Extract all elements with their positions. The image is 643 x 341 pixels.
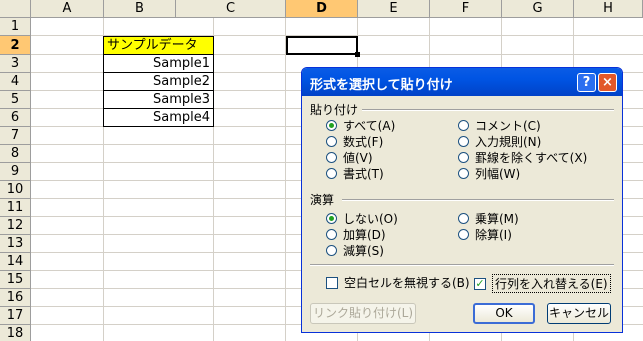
- radio-icon[interactable]: [458, 152, 469, 163]
- column-header-c[interactable]: C: [176, 0, 286, 18]
- row-header-2[interactable]: 2: [0, 36, 31, 55]
- operation-option-subtract[interactable]: 減算(S): [326, 242, 384, 259]
- row-header-16[interactable]: 16: [0, 289, 31, 307]
- paste-option-column-widths[interactable]: 列幅(W): [458, 165, 520, 182]
- paste-option-validation[interactable]: 入力規則(N): [458, 133, 541, 150]
- option-label: 乗算(M): [475, 212, 519, 226]
- section-divider: [310, 264, 614, 266]
- select-all-corner[interactable]: [0, 0, 31, 18]
- help-icon: ?: [582, 75, 591, 90]
- paste-option-all-except-borders[interactable]: 罫線を除くすべて(X): [458, 149, 587, 166]
- cell-b2-header[interactable]: サンプルデータ: [103, 36, 214, 55]
- option-label: 書式(T): [343, 167, 384, 181]
- row-header-9[interactable]: 9: [0, 163, 31, 181]
- option-label: すべて(A): [343, 119, 396, 133]
- option-label: 加算(D): [343, 228, 386, 242]
- option-label: 罫線を除くすべて(X): [475, 151, 588, 165]
- radio-icon[interactable]: [458, 136, 469, 147]
- skip-blanks-checkbox[interactable]: 空白セルを無視する(B): [326, 274, 470, 291]
- active-cell-d2[interactable]: [286, 36, 358, 55]
- dialog-titlebar[interactable]: 形式を選択して貼り付け ? ×: [302, 68, 622, 96]
- row-header-13[interactable]: 13: [0, 235, 31, 253]
- cancel-button[interactable]: キャンセル: [547, 303, 611, 324]
- column-header-h[interactable]: H: [574, 0, 643, 18]
- radio-icon[interactable]: [326, 152, 337, 163]
- fill-handle[interactable]: [355, 52, 360, 57]
- dialog-title: 形式を選択して貼り付け: [310, 78, 453, 93]
- paste-option-formats[interactable]: 書式(T): [326, 165, 384, 182]
- column-header-f[interactable]: F: [430, 0, 502, 18]
- group-divider: [362, 109, 614, 111]
- paste-special-dialog: 形式を選択して貼り付け ? × 貼り付け すべて(A) 数式(F) 値(V) 書…: [301, 67, 623, 333]
- column-header-e[interactable]: E: [358, 0, 430, 18]
- row-header-5[interactable]: 5: [0, 91, 31, 109]
- radio-icon[interactable]: [326, 120, 337, 131]
- row-header-11[interactable]: 11: [0, 199, 31, 217]
- cell-b6[interactable]: Sample4: [103, 109, 214, 127]
- column-header-d[interactable]: D: [286, 0, 358, 18]
- operation-option-add[interactable]: 加算(D): [326, 226, 386, 243]
- radio-icon[interactable]: [326, 168, 337, 179]
- row-header-14[interactable]: 14: [0, 253, 31, 271]
- operation-option-multiply[interactable]: 乗算(M): [458, 210, 519, 227]
- cell-b4[interactable]: Sample2: [103, 73, 214, 91]
- row-header-6[interactable]: 6: [0, 109, 31, 127]
- help-button[interactable]: ?: [577, 73, 596, 92]
- column-header-a[interactable]: A: [31, 0, 104, 18]
- option-label: 減算(S): [343, 244, 384, 258]
- option-label: 値(V): [343, 151, 373, 165]
- column-header-g[interactable]: G: [502, 0, 574, 18]
- option-label: 除算(I): [475, 228, 512, 242]
- operation-group-label: 演算: [310, 193, 335, 207]
- row-header-18[interactable]: 18: [0, 325, 31, 341]
- option-label: 数式(F): [343, 135, 384, 149]
- row-header-4[interactable]: 4: [0, 73, 31, 91]
- ok-button[interactable]: OK: [473, 303, 535, 324]
- radio-icon[interactable]: [326, 136, 337, 147]
- radio-icon[interactable]: [458, 229, 469, 240]
- cell-b3[interactable]: Sample1: [103, 55, 214, 73]
- transpose-checkbox[interactable]: ✓ 行列を入れ替える(E): [474, 274, 611, 293]
- paste-link-button[interactable]: リンク貼り付け(L): [310, 303, 416, 324]
- paste-option-all[interactable]: すべて(A): [326, 117, 395, 134]
- option-label: コメント(C): [475, 119, 541, 133]
- row-header-8[interactable]: 8: [0, 145, 31, 163]
- radio-icon[interactable]: [458, 120, 469, 131]
- row-header-1[interactable]: 1: [0, 18, 31, 36]
- checkbox-label: 行列を入れ替える(E): [492, 274, 611, 293]
- radio-icon[interactable]: [326, 213, 337, 224]
- paste-group-label: 貼り付け: [310, 103, 359, 117]
- close-button[interactable]: ×: [598, 73, 617, 92]
- radio-icon[interactable]: [458, 213, 469, 224]
- operation-option-none[interactable]: しない(O): [326, 210, 398, 227]
- radio-icon[interactable]: [458, 168, 469, 179]
- row-header-3[interactable]: 3: [0, 55, 31, 73]
- checkmark-icon[interactable]: ✓: [474, 277, 486, 290]
- checkbox-icon[interactable]: [326, 276, 338, 289]
- column-header-b[interactable]: B: [104, 0, 176, 18]
- checkbox-label: 空白セルを無視する(B): [344, 276, 470, 290]
- row-header-15[interactable]: 15: [0, 271, 31, 289]
- row-header-10[interactable]: 10: [0, 181, 31, 199]
- option-label: 入力規則(N): [475, 135, 542, 149]
- row-header-12[interactable]: 12: [0, 217, 31, 235]
- radio-icon[interactable]: [326, 245, 337, 256]
- option-label: しない(O): [343, 212, 398, 226]
- option-label: 列幅(W): [475, 167, 521, 181]
- paste-option-comments[interactable]: コメント(C): [458, 117, 541, 134]
- radio-icon[interactable]: [326, 229, 337, 240]
- close-icon: ×: [602, 75, 613, 90]
- paste-option-formulas[interactable]: 数式(F): [326, 133, 383, 150]
- paste-option-values[interactable]: 値(V): [326, 149, 373, 166]
- row-header-17[interactable]: 17: [0, 307, 31, 325]
- row-header-7[interactable]: 7: [0, 127, 31, 145]
- group-divider: [342, 199, 614, 201]
- operation-option-divide[interactable]: 除算(I): [458, 226, 512, 243]
- cell-b5[interactable]: Sample3: [103, 91, 214, 109]
